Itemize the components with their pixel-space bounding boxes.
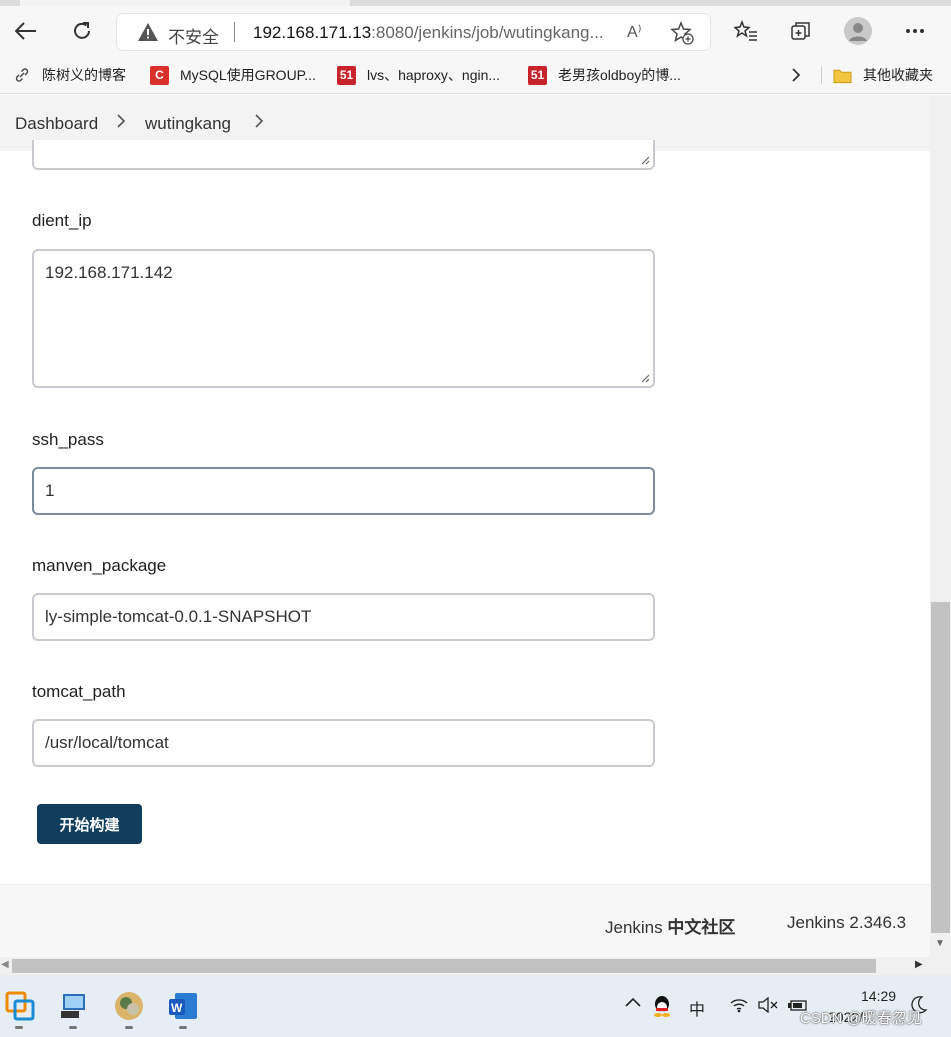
51-icon: 51 [528,65,547,85]
horizontal-scrollbar[interactable]: ◀ ▶ [0,957,930,975]
warning-triangle-icon[interactable] [137,22,159,47]
resize-grip-icon[interactable] [639,154,650,165]
running-indicator [179,1026,187,1029]
chevron-right-icon[interactable] [116,114,126,133]
svg-text:W: W [171,1001,183,1015]
folder-icon [833,66,852,85]
url-path: :8080/jenkins/job/wutingkang... [371,23,604,42]
scroll-right-arrow-icon[interactable]: ▶ [915,959,923,970]
manven-package-input[interactable]: ly-simple-tomcat-0.0.1-SNAPSHOT [32,593,655,641]
favorites-overflow-chevron-icon[interactable] [790,65,802,85]
collections-icon[interactable] [784,14,818,48]
wifi-icon[interactable] [729,997,749,1018]
client-ip-label: dient_ip [32,211,92,230]
favorites-icon[interactable] [729,14,763,48]
refresh-icon[interactable] [65,14,99,48]
ssh-pass-label: ssh_pass [32,430,104,449]
breadcrumb-job[interactable]: wutingkang [145,114,231,134]
favorite-item[interactable]: C MySQL使用GROUP... [150,65,316,85]
client-ip-value: 192.168.171.142 [45,263,173,282]
ssh-pass-value: 1 [45,481,55,500]
tomcat-path-input[interactable]: /usr/local/tomcat [32,719,655,767]
vmware-app-icon[interactable] [3,989,37,1023]
horizontal-scroll-thumb[interactable] [12,959,876,973]
address-bar[interactable]: 不安全 192.168.171.13:8080/jenkins/job/wuti… [117,14,710,50]
community-bold: 中文社区 [667,918,736,937]
image-viewer-app-icon[interactable] [112,989,146,1023]
back-arrow-icon[interactable] [9,14,43,48]
vertical-scrollbar[interactable]: ▼ [930,95,951,957]
csdn-watermark: CSDN @暖春忽见 [800,1010,922,1027]
add-favorite-icon[interactable] [670,21,694,50]
browser-toolbar: 不安全 192.168.171.13:8080/jenkins/job/wuti… [0,6,951,56]
address-separator [234,22,235,42]
vertical-scroll-thumb[interactable] [931,602,950,933]
qq-tray-icon[interactable] [653,995,671,1022]
tomcat-path-label: tomcat_path [32,682,126,701]
read-aloud-icon[interactable]: A⁾ [627,22,642,42]
version-link[interactable]: Jenkins 2.346.3 [787,913,906,933]
resize-grip-icon[interactable] [639,372,650,383]
favorites-divider [821,66,822,84]
favorite-item[interactable]: 51 老男孩oldboy的博... [528,65,681,85]
51-icon: 51 [337,65,356,85]
previous-param-textarea[interactable] [32,140,655,170]
favorite-item[interactable]: 陈树义的博客 [12,65,126,85]
clock-time[interactable]: 14:29 [861,988,896,1004]
favorite-label: lvs、haproxy、ngin... [367,67,501,83]
scrollbar-corner [930,957,951,975]
word-app-icon[interactable]: W [166,989,200,1023]
other-favorites-label: 其他收藏夹 [863,67,933,83]
more-menu-icon[interactable] [898,14,932,48]
running-indicator [125,1026,133,1029]
volume-muted-icon[interactable] [757,996,779,1018]
ime-indicator[interactable]: 中 [689,996,705,1020]
favorite-item[interactable]: 51 lvs、haproxy、ngin... [337,65,500,85]
url-text[interactable]: 192.168.171.13:8080/jenkins/job/wutingka… [253,23,604,43]
other-favorites-folder[interactable]: 其他收藏夹 [833,65,933,85]
tray-overflow-chevron-icon[interactable] [624,995,642,1013]
security-label[interactable]: 不安全 [168,23,219,48]
c-icon: C [150,65,169,85]
chevron-right-icon[interactable] [254,114,264,133]
profile-avatar-icon[interactable] [841,14,875,48]
favorite-label: 陈树义的博客 [42,67,126,83]
community-link[interactable]: Jenkins 中文社区 [605,913,735,938]
url-host: 192.168.171.13 [253,23,372,42]
scroll-down-arrow-icon[interactable]: ▼ [935,938,945,949]
running-indicator [69,1026,77,1029]
start-build-button[interactable]: 开始构建 [37,804,142,844]
breadcrumb-dashboard[interactable]: Dashboard [15,114,98,134]
link-icon [12,66,31,85]
manven-package-value: ly-simple-tomcat-0.0.1-SNAPSHOT [45,607,312,626]
page-footer: Jenkins 中文社区 Jenkins 2.346.3 [0,884,930,957]
favorites-bar: 陈树义的博客 C MySQL使用GROUP... 51 lvs、haproxy、… [0,56,951,94]
tomcat-path-value: /usr/local/tomcat [45,733,169,752]
remote-desktop-app-icon[interactable] [57,989,91,1023]
client-ip-textarea[interactable]: 192.168.171.142 [32,249,655,388]
scroll-left-arrow-icon[interactable]: ◀ [1,959,9,970]
favorite-label: MySQL使用GROUP... [180,67,316,83]
community-prefix: Jenkins [605,918,668,937]
manven-package-label: manven_package [32,556,167,575]
running-indicator [15,1026,23,1029]
ssh-pass-input[interactable]: 1 [32,467,655,515]
favorite-label: 老男孩oldboy的博... [558,67,681,83]
